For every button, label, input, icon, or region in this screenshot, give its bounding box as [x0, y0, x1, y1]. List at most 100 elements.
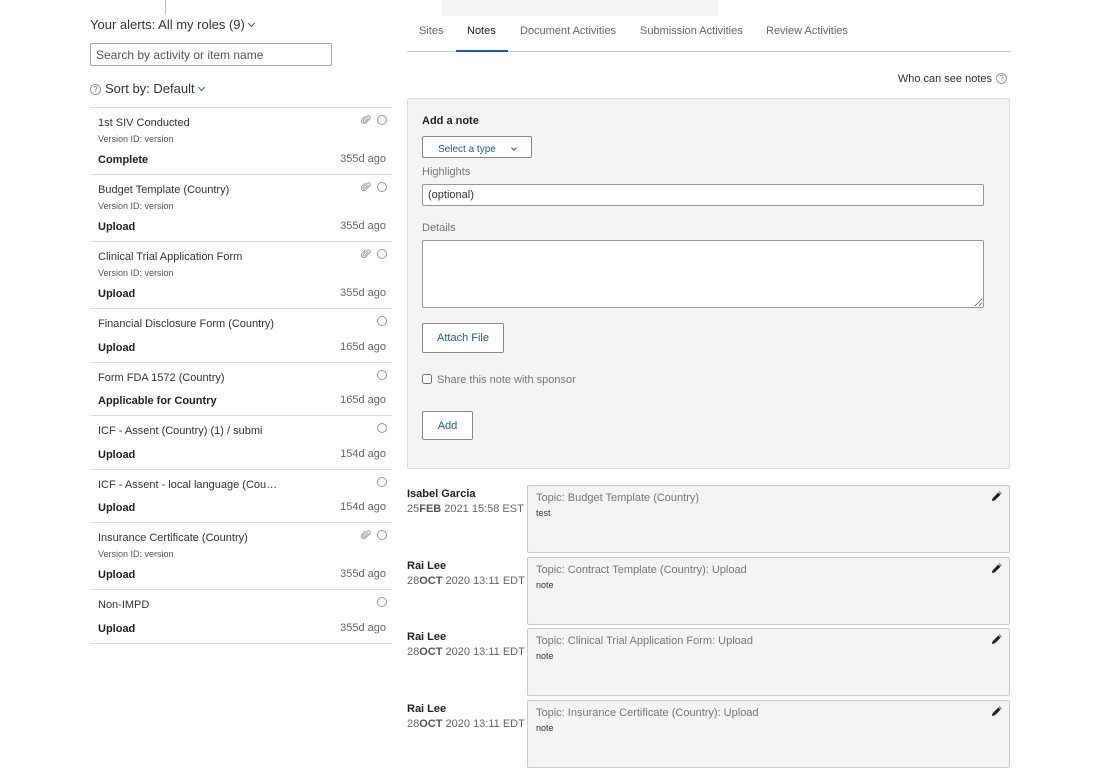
item-version: Version ID: version: [98, 549, 174, 559]
select-radio[interactable]: [377, 369, 387, 380]
list-item[interactable]: Clinical Trial Application Form Version …: [90, 242, 392, 309]
item-status: Upload: [98, 221, 136, 233]
note-text: note: [536, 651, 554, 661]
pencil-icon[interactable]: [991, 633, 1003, 645]
who-can-see-label: Who can see notes: [897, 73, 992, 85]
item-age: 165d ago: [340, 340, 386, 353]
item-title: Clinical Trial Application Form: [98, 251, 243, 263]
item-age: 154d ago: [340, 501, 386, 513]
details-textarea[interactable]: [422, 240, 984, 308]
note-card: Topic: Insurance Certificate (Country): …: [527, 700, 1010, 768]
attach-file-button[interactable]: Attach File: [422, 323, 504, 353]
note-topic: Topic: Clinical Trial Application Form: …: [536, 635, 754, 647]
item-age: 165d ago: [340, 394, 386, 406]
paperclip-icon: [361, 115, 371, 125]
alerts-filter[interactable]: Your alerts: All my roles (9): [90, 17, 255, 32]
item-version: Version ID: version: [98, 268, 174, 278]
note-author: Rai Lee: [407, 703, 447, 715]
details-label: Details: [422, 222, 456, 234]
item-title: Form FDA 1572 (Country): [98, 371, 225, 384]
search-input[interactable]: [90, 43, 332, 66]
select-radio[interactable]: [377, 476, 387, 487]
item-title: Financial Disclosure Form (Country): [98, 318, 275, 330]
note-author: Rai Lee: [407, 631, 447, 643]
share-checkbox[interactable]: [422, 374, 432, 385]
select-radio[interactable]: [377, 423, 387, 433]
share-with-sponsor[interactable]: Share this note with sponsor: [422, 374, 576, 386]
note-type-label: Select a type: [438, 143, 496, 155]
alerts-label: Your alerts: All my roles (9): [90, 17, 245, 32]
item-title: Non-IMPD: [98, 599, 150, 611]
item-status: Upload: [98, 502, 136, 514]
chevron-down-icon: [247, 19, 255, 28]
select-radio[interactable]: [377, 530, 387, 540]
list-item[interactable]: ICF - Assent (Country) (1) / submi Uploa…: [90, 416, 392, 470]
paperclip-icon: [361, 530, 371, 540]
item-status: Upload: [98, 622, 136, 635]
tab-submission-activities[interactable]: Submission Activities: [640, 25, 743, 37]
highlights-input[interactable]: [422, 184, 984, 206]
pencil-icon[interactable]: [991, 705, 1003, 717]
active-tab-indicator: [456, 50, 508, 52]
note-card: Topic: Contract Template (Country): Uplo…: [527, 557, 1010, 625]
select-radio[interactable]: [377, 597, 387, 607]
list-item[interactable]: Non-IMPD Upload 355d ago: [90, 590, 392, 644]
item-title: ICF - Assent - local language (Coun…: [98, 478, 280, 491]
list-item[interactable]: Budget Template (Country) Version ID: ve…: [90, 175, 392, 242]
tab-document-activities[interactable]: Document Activities: [520, 25, 616, 37]
chevron-down-icon: [510, 144, 517, 151]
list-item[interactable]: Financial Disclosure Form (Country) Uplo…: [90, 309, 392, 363]
select-radio[interactable]: [377, 115, 387, 125]
list-item[interactable]: ICF - Assent - local language (Coun… Upl…: [90, 470, 392, 523]
paperclip-icon: [361, 249, 371, 259]
item-age: 355d ago: [340, 220, 386, 232]
note-author: Rai Lee: [407, 560, 447, 572]
note-card: Topic: Budget Template (Country) test: [527, 485, 1010, 553]
note-entry: Isabel Garcia 25FEB 2021 15:58 EST Topic…: [407, 485, 1010, 553]
select-radio[interactable]: [377, 316, 387, 326]
add-note-title: Add a note: [422, 115, 479, 127]
tab-notes[interactable]: Notes: [467, 25, 496, 37]
note-topic: Topic: Budget Template (Country): [536, 492, 700, 504]
item-status: Complete: [98, 154, 149, 166]
tab-bar: Sites Notes Document Activities Submissi…: [407, 0, 1010, 52]
paperclip-icon: [361, 182, 371, 192]
item-status: Upload: [98, 341, 136, 354]
list-item[interactable]: 1st SIV Conducted Version ID: version Co…: [90, 108, 392, 175]
pencil-icon[interactable]: [991, 490, 1003, 502]
tab-review-activities[interactable]: Review Activities: [766, 25, 848, 37]
list-item[interactable]: Insurance Certificate (Country) Version …: [90, 523, 392, 590]
sort-dropdown[interactable]: ? Sort by: Default: [90, 81, 205, 96]
add-note-form: Add a note Select a type Highlights Deta…: [407, 98, 1010, 469]
pencil-icon[interactable]: [991, 562, 1003, 574]
item-title: 1st SIV Conducted: [98, 117, 190, 129]
note-text: note: [536, 723, 554, 733]
help-icon[interactable]: ?: [90, 84, 101, 95]
note-date: 28OCT 2020 13:11 EDT: [407, 575, 525, 587]
item-version: Version ID: version: [98, 134, 174, 144]
note-entry: Rai Lee 28OCT 2020 13:11 EDT Topic: Cont…: [407, 557, 1010, 625]
note-date: 28OCT 2020 13:11 EDT: [407, 646, 525, 658]
item-age: 355d ago: [340, 621, 386, 634]
tab-sites[interactable]: Sites: [419, 25, 443, 37]
item-age: 355d ago: [340, 568, 386, 580]
highlights-label: Highlights: [422, 166, 471, 178]
note-card: Topic: Clinical Trial Application Form: …: [527, 628, 1010, 696]
add-note-button[interactable]: Add: [422, 411, 473, 440]
item-title: ICF - Assent (Country) (1) / submi: [98, 425, 263, 437]
note-entry: Rai Lee 28OCT 2020 13:11 EDT Topic: Clin…: [407, 628, 1010, 696]
item-age: 154d ago: [340, 447, 386, 460]
help-icon[interactable]: ?: [996, 73, 1007, 84]
note-entry: Rai Lee 28OCT 2020 13:11 EDT Topic: Insu…: [407, 700, 1010, 768]
list-item[interactable]: Form FDA 1572 (Country) Applicable for C…: [90, 363, 392, 416]
note-author: Isabel Garcia: [407, 488, 476, 500]
select-radio[interactable]: [377, 182, 387, 192]
note-date: 25FEB 2021 15:58 EST: [407, 503, 524, 515]
who-can-see-notes[interactable]: Who can see notes?: [898, 73, 1007, 85]
item-status: Upload: [98, 288, 136, 300]
note-type-select[interactable]: Select a type: [422, 136, 532, 158]
item-version: Version ID: version: [98, 201, 174, 211]
select-radio[interactable]: [377, 249, 387, 259]
note-text: note: [536, 580, 554, 590]
note-topic: Topic: Contract Template (Country): Uplo…: [536, 564, 747, 576]
